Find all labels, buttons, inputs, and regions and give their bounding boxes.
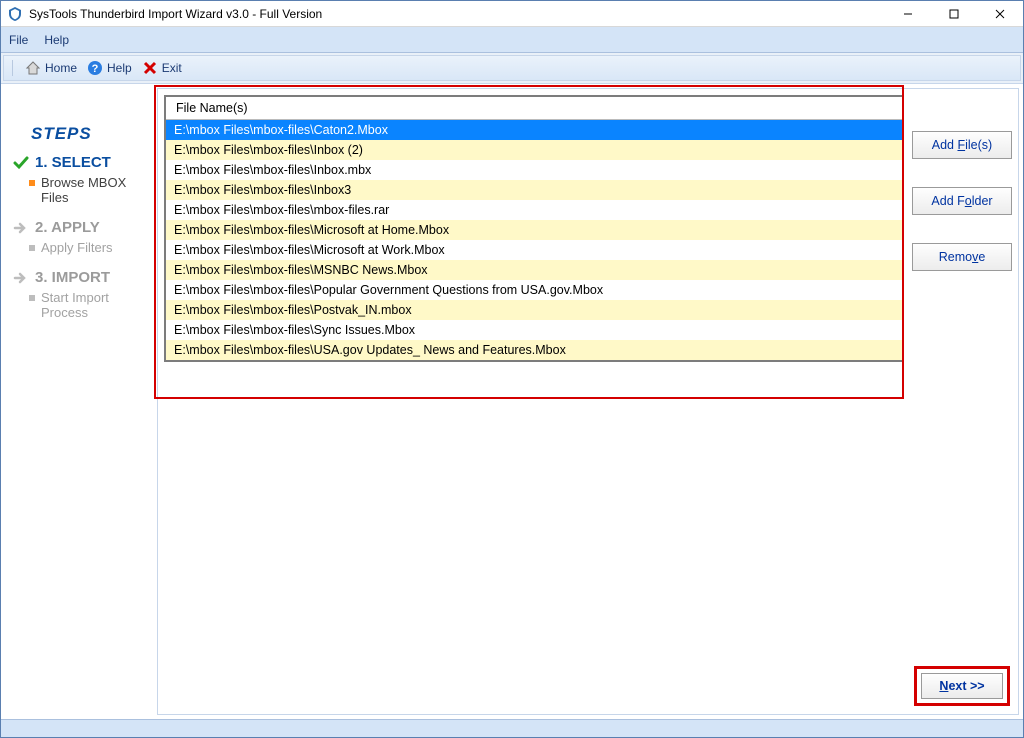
remove-button[interactable]: Remove xyxy=(912,243,1012,271)
file-row[interactable]: E:\mbox Files\mbox-files\Inbox.mbx xyxy=(166,160,902,180)
toolbar-help-label: Help xyxy=(107,61,132,75)
step-2-header: 2. APPLY xyxy=(13,219,151,236)
file-row[interactable]: E:\mbox Files\mbox-files\Caton2.Mbox xyxy=(166,120,902,140)
toolbar-home[interactable]: Home xyxy=(25,60,77,76)
toolbar-separator xyxy=(12,60,13,76)
file-table: File Name(s) E:\mbox Files\mbox-files\Ca… xyxy=(164,95,904,362)
toolbar-help[interactable]: ? Help xyxy=(87,60,132,76)
step-1-sub: Browse MBOX Files xyxy=(29,175,151,205)
next-button[interactable]: Next >> xyxy=(921,673,1003,699)
arrow-icon xyxy=(13,270,29,286)
home-icon xyxy=(25,60,41,76)
step-2-sub: Apply Filters xyxy=(29,240,151,255)
svg-text:?: ? xyxy=(92,63,99,75)
file-row[interactable]: E:\mbox Files\mbox-files\Postvak_IN.mbox xyxy=(166,300,902,320)
minimize-button[interactable] xyxy=(885,1,931,26)
step-3-label: 3. IMPORT xyxy=(35,269,110,286)
file-row[interactable]: E:\mbox Files\mbox-files\mbox-files.rar xyxy=(166,200,902,220)
toolbar: Home ? Help Exit xyxy=(3,55,1021,81)
check-icon xyxy=(13,155,29,171)
menu-file[interactable]: File xyxy=(9,33,28,47)
app-icon xyxy=(7,6,23,22)
step-3-sub: Start Import Process xyxy=(29,290,151,320)
file-row[interactable]: E:\mbox Files\mbox-files\Microsoft at Ho… xyxy=(166,220,902,240)
maximize-button[interactable] xyxy=(931,1,977,26)
file-row[interactable]: E:\mbox Files\mbox-files\Inbox (2) xyxy=(166,140,902,160)
file-row[interactable]: E:\mbox Files\mbox-files\USA.gov Updates… xyxy=(166,340,902,360)
exit-icon xyxy=(142,60,158,76)
bullet-icon xyxy=(29,245,35,251)
step-3-header: 3. IMPORT xyxy=(13,269,151,286)
step-1-header: 1. SELECT xyxy=(13,154,151,171)
file-row[interactable]: E:\mbox Files\mbox-files\Sync Issues.Mbo… xyxy=(166,320,902,340)
file-table-header: File Name(s) xyxy=(166,97,902,120)
file-row[interactable]: E:\mbox Files\mbox-files\Popular Governm… xyxy=(166,280,902,300)
step-2-sub-label: Apply Filters xyxy=(41,240,113,255)
side-buttons: Add File(s) Add Folder Remove xyxy=(912,95,1012,654)
step-3-sub-label: Start Import Process xyxy=(41,290,151,320)
bullet-icon xyxy=(29,295,35,301)
arrow-icon xyxy=(13,220,29,236)
steps-panel: STEPS 1. SELECT Browse MBOX Files 2. APP… xyxy=(5,88,155,715)
body: STEPS 1. SELECT Browse MBOX Files 2. APP… xyxy=(1,84,1023,719)
app-window: SysTools Thunderbird Import Wizard v3.0 … xyxy=(0,0,1024,738)
menubar: File Help xyxy=(1,27,1023,53)
close-button[interactable] xyxy=(977,1,1023,26)
toolbar-home-label: Home xyxy=(45,61,77,75)
bottom-bar: Next >> xyxy=(158,660,1018,714)
step-1-sub-label: Browse MBOX Files xyxy=(41,175,151,205)
add-files-button[interactable]: Add File(s) xyxy=(912,131,1012,159)
titlebar: SysTools Thunderbird Import Wizard v3.0 … xyxy=(1,1,1023,27)
step-2-label: 2. APPLY xyxy=(35,219,100,236)
file-table-body: E:\mbox Files\mbox-files\Caton2.MboxE:\m… xyxy=(166,120,902,360)
step-1-label: 1. SELECT xyxy=(35,154,111,171)
main-panel: File Name(s) E:\mbox Files\mbox-files\Ca… xyxy=(157,88,1019,715)
help-icon: ? xyxy=(87,60,103,76)
file-row[interactable]: E:\mbox Files\mbox-files\MSNBC News.Mbox xyxy=(166,260,902,280)
menu-help[interactable]: Help xyxy=(44,33,69,47)
statusbar xyxy=(1,719,1023,737)
window-title: SysTools Thunderbird Import Wizard v3.0 … xyxy=(29,7,885,21)
file-row[interactable]: E:\mbox Files\mbox-files\Microsoft at Wo… xyxy=(166,240,902,260)
steps-title: STEPS xyxy=(31,124,151,144)
main-inner: File Name(s) E:\mbox Files\mbox-files\Ca… xyxy=(158,89,1018,660)
toolbar-exit[interactable]: Exit xyxy=(142,60,182,76)
toolbar-exit-label: Exit xyxy=(162,61,182,75)
file-zone: File Name(s) E:\mbox Files\mbox-files\Ca… xyxy=(164,95,904,654)
window-controls xyxy=(885,1,1023,26)
next-highlight: Next >> xyxy=(914,666,1010,706)
bullet-icon xyxy=(29,180,35,186)
toolbar-wrap: Home ? Help Exit xyxy=(1,53,1023,84)
add-folder-button[interactable]: Add Folder xyxy=(912,187,1012,215)
file-row[interactable]: E:\mbox Files\mbox-files\Inbox3 xyxy=(166,180,902,200)
